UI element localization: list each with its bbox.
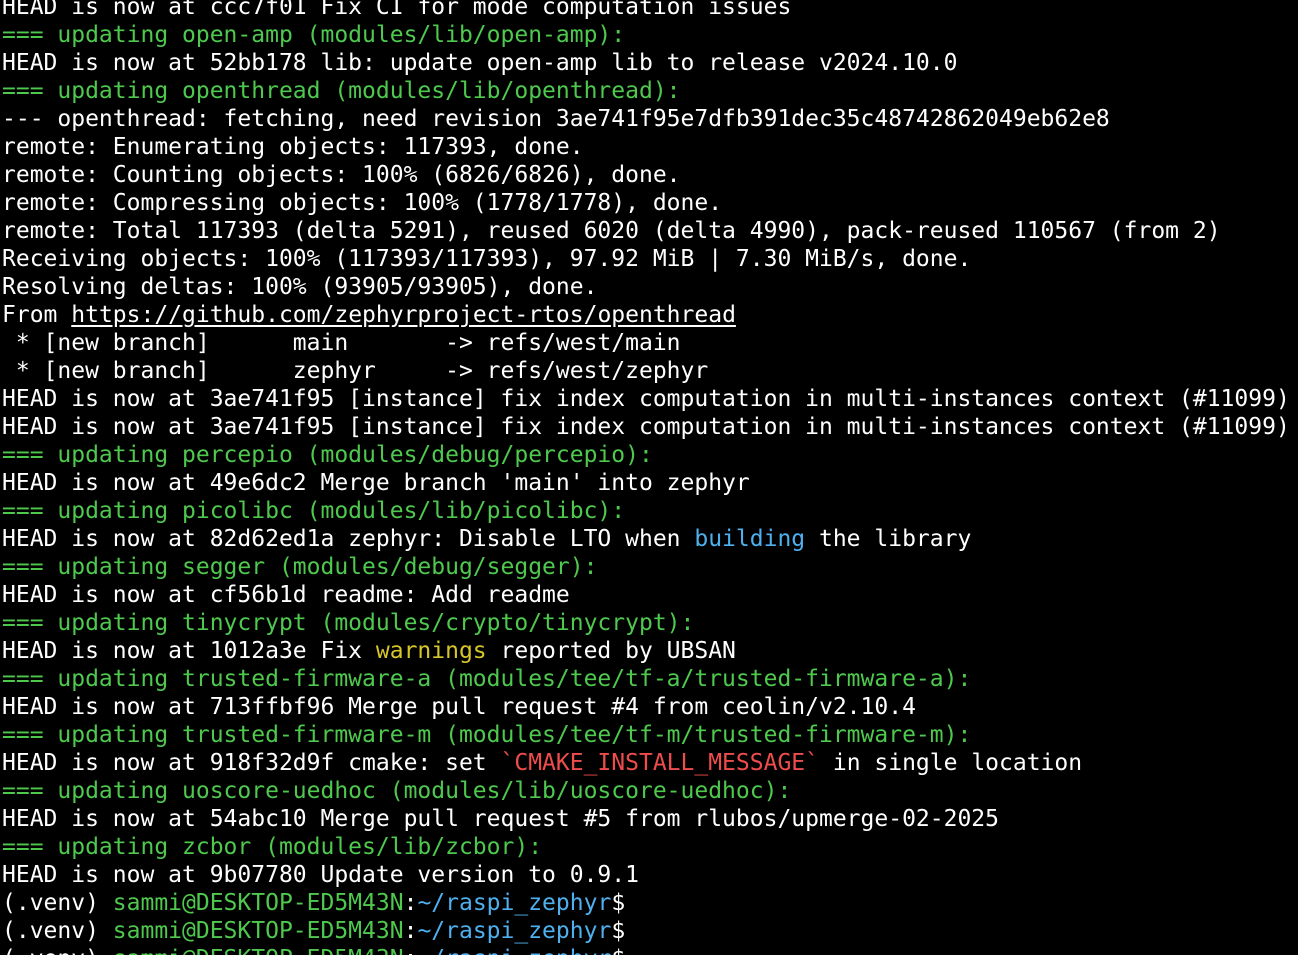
code-highlight-text: `CMAKE_INSTALL_MESSAGE`	[500, 750, 820, 776]
prompt-user-host: sammi@DESKTOP-ED5M43N	[112, 918, 404, 944]
line-text: :	[403, 918, 418, 944]
terminal-line: === updating openthread (modules/lib/ope…	[0, 77, 1298, 105]
prompt-path: ~/raspi_zephyr	[417, 946, 611, 955]
update-heading-text: === updating zcbor (modules/lib/zcbor):	[2, 834, 543, 860]
terminal-line: * [new branch] main -> refs/west/main	[0, 329, 1298, 357]
terminal-line: === updating trusted-firmware-a (modules…	[0, 665, 1298, 693]
terminal-line: === updating open-amp (modules/lib/open-…	[0, 21, 1298, 49]
update-heading-text: === updating picolibc (modules/lib/picol…	[2, 498, 626, 524]
terminal-line: === updating tinycrypt (modules/crypto/t…	[0, 609, 1298, 637]
terminal-line: === updating picolibc (modules/lib/picol…	[0, 497, 1298, 525]
terminal-line: HEAD is now at 1012a3e Fix warnings repo…	[0, 637, 1298, 665]
line-text: the library	[805, 526, 972, 552]
line-text: :	[404, 946, 418, 955]
line-text: in single location	[819, 750, 1083, 776]
line-text: HEAD is now at 3ae741f95 [instance] fix …	[2, 414, 1290, 440]
terminal-line: HEAD is now at cf56b1d readme: Add readm…	[0, 581, 1298, 609]
line-text: HEAD is now at 1012a3e Fix	[2, 638, 376, 664]
terminal-line: remote: Total 117393 (delta 5291), reuse…	[0, 217, 1298, 245]
line-text: HEAD is now at 713ffbf96 Merge pull requ…	[2, 694, 916, 720]
shell-prompt-line: (.venv) sammi@DESKTOP-ED5M43N:~/raspi_ze…	[0, 917, 1298, 945]
terminal-line: === updating zcbor (modules/lib/zcbor):	[0, 833, 1298, 861]
line-text: * [new branch] main -> refs/west/main	[2, 330, 681, 356]
line-text: (.venv)	[2, 890, 113, 916]
terminal-line: remote: Enumerating objects: 117393, don…	[0, 133, 1298, 161]
terminal-line: remote: Counting objects: 100% (6826/682…	[0, 161, 1298, 189]
warning-highlight-text: warnings	[375, 638, 487, 664]
terminal-line: === updating uoscore-uedhoc (modules/lib…	[0, 777, 1298, 805]
line-text: HEAD is now at 3ae741f95 [instance] fix …	[2, 386, 1290, 412]
update-heading-text: === updating openthread (modules/lib/ope…	[2, 78, 681, 104]
update-heading-text: === updating segger (modules/debug/segge…	[2, 554, 598, 580]
repo-url-link[interactable]: https://github.com/zephyrproject-rtos/op…	[71, 302, 736, 328]
update-heading-text: === updating trusted-firmware-m (modules…	[2, 722, 972, 748]
shell-prompt-line: (.venv) sammi@DESKTOP-ED5M43N:~/raspi_ze…	[0, 945, 1298, 955]
terminal-line: * [new branch] zephyr -> refs/west/zephy…	[0, 357, 1298, 385]
terminal-line: remote: Compressing objects: 100% (1778/…	[0, 189, 1298, 217]
terminal-line: From https://github.com/zephyrproject-rt…	[0, 301, 1298, 329]
line-text: $	[611, 946, 625, 955]
shell-prompt-line: (.venv) sammi@DESKTOP-ED5M43N:~/raspi_ze…	[0, 889, 1298, 917]
line-text: * [new branch] zephyr -> refs/west/zephy…	[2, 358, 709, 384]
terminal-line: HEAD is now at 82d62ed1a zephyr: Disable…	[0, 525, 1298, 553]
line-text: :	[403, 890, 418, 916]
terminal-line: HEAD is now at 54abc10 Merge pull reques…	[0, 805, 1298, 833]
prompt-path: ~/raspi_zephyr	[417, 890, 612, 916]
terminal-line: --- openthread: fetching, need revision …	[0, 105, 1298, 133]
line-text: remote: Enumerating objects: 117393, don…	[2, 134, 584, 160]
terminal-line: HEAD is now at 52bb178 lib: update open-…	[0, 49, 1298, 77]
update-heading-text: === updating uoscore-uedhoc (modules/lib…	[2, 778, 792, 804]
prompt-path: ~/raspi_zephyr	[417, 918, 612, 944]
update-heading-text: === updating percepio (modules/debug/per…	[2, 442, 653, 468]
terminal-output[interactable]: HEAD is now at ccc7f01 Fix CI for mode c…	[0, 0, 1298, 955]
line-text: reported by UBSAN	[486, 638, 736, 664]
prompt-user-host: sammi@DESKTOP-ED5M43N	[113, 946, 404, 955]
line-text: From	[2, 302, 72, 328]
terminal-line: HEAD is now at 9b07780 Update version to…	[0, 861, 1298, 889]
terminal-line: === updating trusted-firmware-m (modules…	[0, 721, 1298, 749]
update-heading-text: === updating open-amp (modules/lib/open-…	[2, 22, 626, 48]
terminal-line: HEAD is now at 713ffbf96 Merge pull requ…	[0, 693, 1298, 721]
line-text: (.venv)	[2, 946, 113, 955]
terminal-line: === updating percepio (modules/debug/per…	[0, 441, 1298, 469]
line-text: HEAD is now at ccc7f01 Fix CI for mode c…	[2, 0, 792, 20]
terminal-line: Receiving objects: 100% (117393/117393),…	[0, 245, 1298, 273]
terminal-line: === updating segger (modules/debug/segge…	[0, 553, 1298, 581]
terminal-line: HEAD is now at ccc7f01 Fix CI for mode c…	[0, 0, 1298, 21]
line-text: remote: Total 117393 (delta 5291), reuse…	[2, 218, 1221, 244]
terminal-line: Resolving deltas: 100% (93905/93905), do…	[0, 273, 1298, 301]
line-text: --- openthread: fetching, need revision …	[2, 106, 1110, 132]
update-heading-text: === updating trusted-firmware-a (modules…	[2, 666, 972, 692]
highlight-text: building	[694, 526, 806, 552]
terminal-line: HEAD is now at 3ae741f95 [instance] fix …	[0, 413, 1298, 441]
terminal-line: HEAD is now at 3ae741f95 [instance] fix …	[0, 385, 1298, 413]
prompt-user-host: sammi@DESKTOP-ED5M43N	[112, 890, 404, 916]
terminal-line: HEAD is now at 918f32d9f cmake: set `CMA…	[0, 749, 1298, 777]
line-text: HEAD is now at 82d62ed1a zephyr: Disable…	[2, 526, 695, 552]
line-text: HEAD is now at cf56b1d readme: Add readm…	[2, 582, 570, 608]
line-text: remote: Counting objects: 100% (6826/682…	[2, 162, 681, 188]
update-heading-text: === updating tinycrypt (modules/crypto/t…	[2, 610, 695, 636]
line-text: HEAD is now at 54abc10 Merge pull reques…	[2, 806, 999, 832]
line-text: $	[611, 918, 626, 944]
line-text: $	[611, 890, 626, 916]
line-text: HEAD is now at 49e6dc2 Merge branch 'mai…	[2, 470, 750, 496]
line-text: Resolving deltas: 100% (93905/93905), do…	[2, 274, 598, 300]
line-text: HEAD is now at 9b07780 Update version to…	[2, 862, 639, 888]
terminal-line: HEAD is now at 49e6dc2 Merge branch 'mai…	[0, 469, 1298, 497]
line-text: HEAD is now at 52bb178 lib: update open-…	[2, 50, 958, 76]
line-text: remote: Compressing objects: 100% (1778/…	[2, 190, 723, 216]
line-text: (.venv)	[2, 918, 113, 944]
line-text: HEAD is now at 918f32d9f cmake: set	[2, 750, 501, 776]
line-text: Receiving objects: 100% (117393/117393),…	[2, 246, 972, 272]
